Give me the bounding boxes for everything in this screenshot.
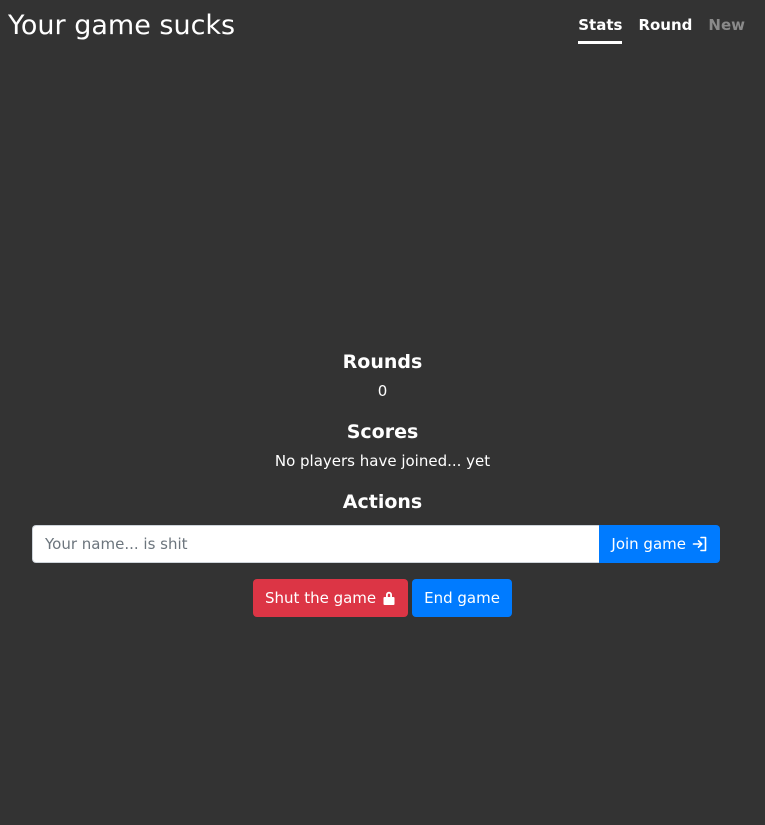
scores-heading: Scores bbox=[346, 421, 419, 443]
player-name-input[interactable] bbox=[32, 525, 600, 563]
shut-game-button[interactable]: Shut the game bbox=[253, 579, 409, 617]
app-title: Your game sucks bbox=[8, 10, 236, 41]
join-form: Join game bbox=[32, 525, 720, 563]
stats-panel: Rounds 0 Scores No players have joined..… bbox=[0, 348, 765, 516]
sign-in-icon bbox=[692, 536, 708, 552]
rounds-count: 0 bbox=[377, 382, 388, 400]
shut-game-label: Shut the game bbox=[265, 589, 377, 607]
tab-new: New bbox=[708, 16, 745, 34]
rounds-heading: Rounds bbox=[342, 351, 423, 373]
main-nav: Stats Round New bbox=[578, 14, 745, 44]
lock-icon bbox=[382, 590, 396, 606]
end-game-button[interactable]: End game bbox=[412, 579, 512, 617]
join-game-button[interactable]: Join game bbox=[599, 525, 720, 563]
scores-empty-message: No players have joined... yet bbox=[274, 452, 491, 470]
join-game-label: Join game bbox=[611, 535, 686, 553]
end-game-label: End game bbox=[424, 589, 500, 607]
tab-stats[interactable]: Stats bbox=[578, 14, 623, 44]
game-actions: Shut the game End game bbox=[0, 579, 765, 617]
tab-round[interactable]: Round bbox=[638, 14, 692, 44]
actions-heading: Actions bbox=[342, 491, 423, 513]
